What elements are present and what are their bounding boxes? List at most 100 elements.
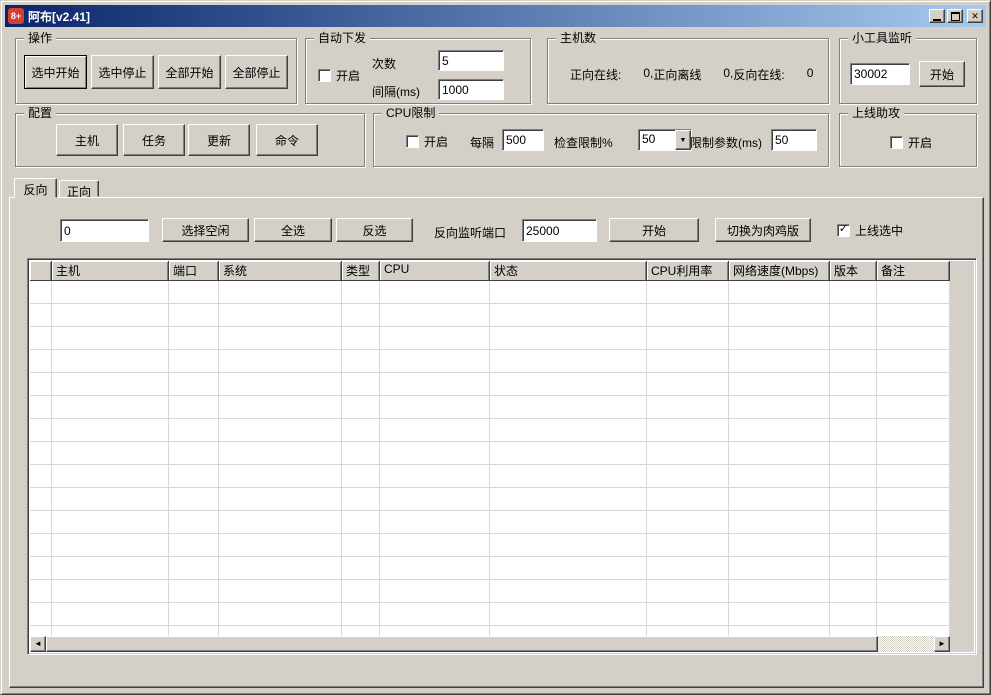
table-cell: [219, 557, 342, 580]
table-cell: [647, 580, 729, 603]
table-cell: [877, 327, 950, 350]
table-cell: [52, 281, 169, 304]
chevron-down-icon[interactable]: ▼: [675, 130, 691, 150]
table-cell: [219, 442, 342, 465]
config-command-button[interactable]: 命令: [256, 124, 318, 156]
column-header-6[interactable]: 状态: [490, 261, 647, 281]
column-header-5[interactable]: CPU: [380, 261, 490, 281]
count-input[interactable]: [438, 50, 504, 71]
column-header-9[interactable]: 版本: [830, 261, 877, 281]
table-cell: [52, 488, 169, 511]
stop-selected-button[interactable]: 选中停止: [91, 55, 154, 89]
column-header-8[interactable]: 网络速度(Mbps): [729, 261, 830, 281]
table-cell: [647, 557, 729, 580]
tool-listen-start-button[interactable]: 开始: [919, 61, 965, 87]
tab-reverse[interactable]: 反向: [14, 178, 57, 198]
horizontal-scrollbar[interactable]: ◄ ►: [30, 636, 950, 652]
table-cell: [647, 603, 729, 626]
switch-version-button[interactable]: 切换为肉鸡版: [715, 218, 811, 242]
table-cell: [169, 327, 219, 350]
scroll-left-icon[interactable]: ◄: [30, 636, 46, 652]
maximize-button[interactable]: [947, 9, 963, 23]
cpu-every-input[interactable]: [502, 129, 544, 151]
column-header-2[interactable]: 端口: [169, 261, 219, 281]
column-header-4[interactable]: 类型: [342, 261, 380, 281]
close-button[interactable]: ✕: [967, 9, 983, 23]
table-row: [30, 488, 950, 511]
table-cell: [342, 419, 380, 442]
table-cell: [219, 419, 342, 442]
interval-input[interactable]: [438, 79, 504, 100]
table-row: [30, 603, 950, 626]
group-tool-listen-label: 小工具监听: [848, 31, 916, 45]
tab-forward[interactable]: 正向: [59, 180, 99, 197]
table-cell: [877, 557, 950, 580]
config-task-button[interactable]: 任务: [123, 124, 185, 156]
table-cell: [380, 442, 490, 465]
stop-all-button[interactable]: 全部停止: [225, 55, 288, 89]
select-all-button[interactable]: 全选: [254, 218, 332, 242]
table-cell: [380, 396, 490, 419]
minimize-button[interactable]: [929, 9, 945, 23]
table-cell: [30, 511, 52, 534]
table-cell: [342, 396, 380, 419]
table-cell: [647, 327, 729, 350]
config-host-button[interactable]: 主机: [56, 124, 118, 156]
table-row: [30, 396, 950, 419]
filter-input[interactable]: [60, 219, 149, 242]
column-header-1[interactable]: 主机: [52, 261, 169, 281]
invert-select-button[interactable]: 反选: [336, 218, 413, 242]
table-cell: [219, 327, 342, 350]
table-cell: [729, 419, 830, 442]
table-cell: [30, 350, 52, 373]
table-cell: [830, 603, 877, 626]
table-cell: [342, 488, 380, 511]
table-cell: [877, 419, 950, 442]
table-cell: [169, 396, 219, 419]
table-cell: [169, 626, 219, 636]
table-cell: [647, 511, 729, 534]
table-cell: [342, 350, 380, 373]
auto-dispatch-enable-checkbox[interactable]: ✓: [318, 69, 331, 82]
listen-start-button[interactable]: 开始: [609, 218, 699, 242]
table-cell: [380, 304, 490, 327]
cpu-param-input[interactable]: [771, 129, 817, 151]
column-header-0[interactable]: [30, 261, 52, 281]
table-cell: [647, 534, 729, 557]
table-cell: [169, 488, 219, 511]
start-selected-button[interactable]: 选中开始: [24, 55, 87, 89]
table-cell: [219, 488, 342, 511]
table-row: [30, 465, 950, 488]
table-cell: [830, 304, 877, 327]
cpu-check-select[interactable]: 50 ▼: [638, 129, 692, 151]
table-cell: [877, 580, 950, 603]
tool-listen-port-input[interactable]: [850, 63, 910, 85]
column-header-7[interactable]: CPU利用率: [647, 261, 729, 281]
select-idle-button[interactable]: 选择空闲: [162, 218, 249, 242]
group-online-assist-label: 上线助攻: [848, 106, 904, 120]
online-selected-label: 上线选中: [855, 222, 903, 239]
scrollbar-thumb[interactable]: [46, 636, 878, 652]
start-all-button[interactable]: 全部开始: [158, 55, 221, 89]
table-header: 主机端口系统类型CPU状态CPU利用率网络速度(Mbps)版本备注: [30, 261, 950, 281]
online-assist-enable-checkbox[interactable]: ✓: [890, 136, 903, 149]
table-cell: [219, 534, 342, 557]
table-body: [30, 281, 950, 636]
column-header-3[interactable]: 系统: [219, 261, 342, 281]
table-cell: [830, 419, 877, 442]
scrollbar-track[interactable]: [878, 636, 934, 652]
table-cell: [52, 626, 169, 636]
table-cell: [490, 396, 647, 419]
column-header-10[interactable]: 备注: [877, 261, 950, 281]
scroll-right-icon[interactable]: ►: [934, 636, 950, 652]
table-cell: [490, 488, 647, 511]
titlebar[interactable]: 8+ 阿布[v2.41] ✕: [5, 5, 986, 27]
listen-port-input[interactable]: [522, 219, 597, 242]
online-selected-checkbox[interactable]: ✓: [837, 224, 850, 237]
group-host-count: 主机数 正向在线: 0, 正向离线 0, 反向在线: 0: [547, 38, 829, 104]
table-cell: [30, 304, 52, 327]
table-cell: [647, 396, 729, 419]
cpu-param-label: 限制参数(ms): [690, 134, 762, 151]
cpu-limit-enable-checkbox[interactable]: ✓: [406, 135, 419, 148]
config-update-button[interactable]: 更新: [188, 124, 250, 156]
